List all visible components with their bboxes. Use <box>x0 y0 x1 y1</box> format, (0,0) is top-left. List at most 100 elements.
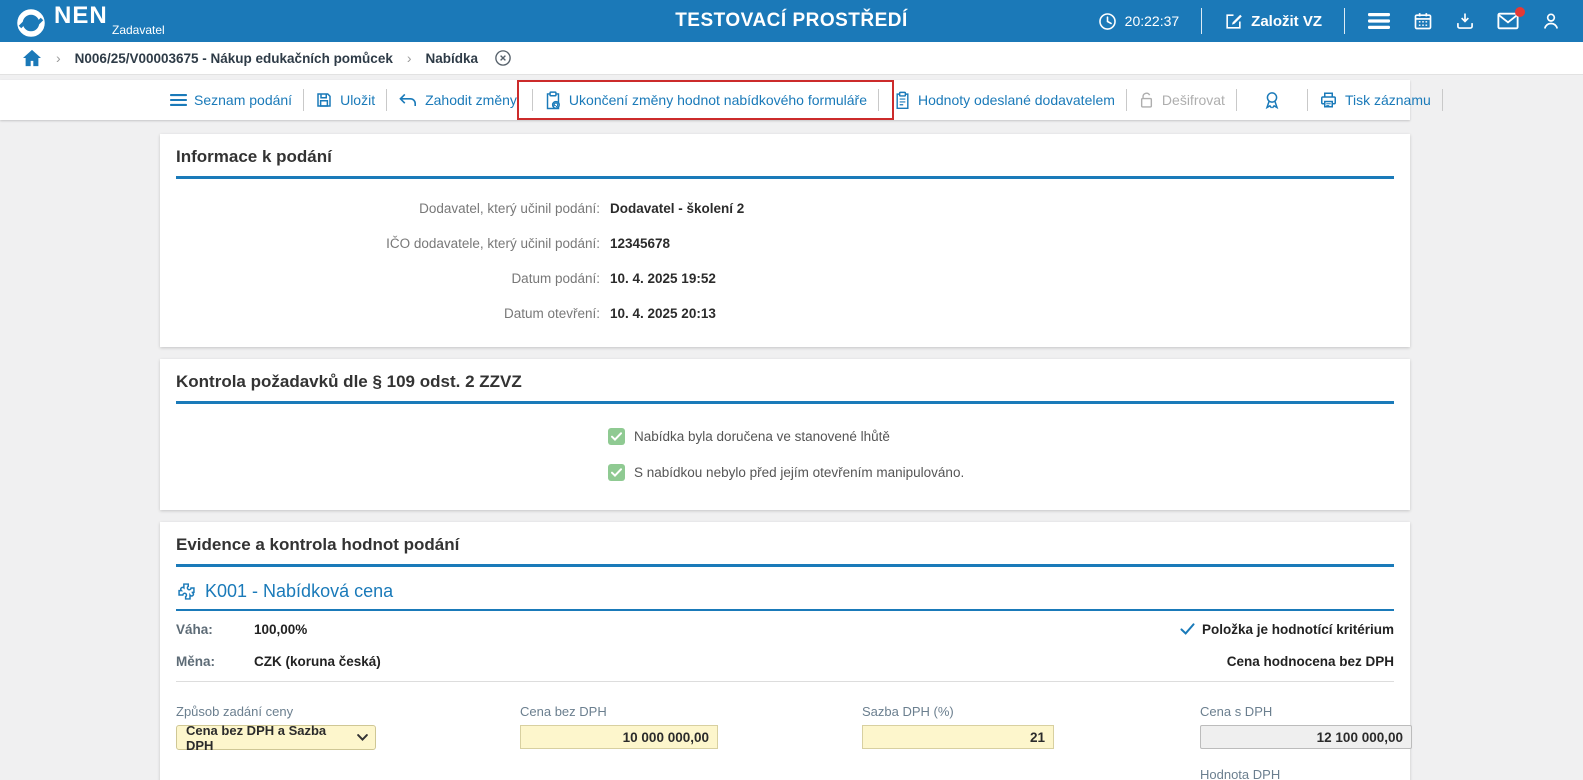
breadcrumb-separator: › <box>407 50 412 66</box>
close-tab-icon[interactable] <box>494 49 512 67</box>
calendar-button[interactable] <box>1413 11 1433 31</box>
field-label: Datum podání: <box>176 271 600 286</box>
toolbar-divider <box>1236 89 1237 111</box>
weight-label: Váha: <box>176 622 254 637</box>
toolbar-divider <box>878 89 879 111</box>
toolbar-label: Seznam podání <box>194 92 292 108</box>
section-title: Informace k podání <box>176 147 1394 179</box>
toolbar-zahodit-zmeny-button[interactable]: Zahodit změny <box>398 92 517 108</box>
check-label: S nabídkou nebylo před jejím otevřením m… <box>634 465 964 480</box>
field-vat-amount: Hodnota DPH 2 100 000,00 <box>1200 767 1412 780</box>
download-icon <box>1455 11 1475 31</box>
field-value: 12345678 <box>610 236 670 251</box>
breadcrumb-item-nabidka[interactable]: Nabídka <box>426 51 479 66</box>
flag-criterion: Položka je hodnotící kritérium <box>1180 622 1394 637</box>
criterion-meta: Váha: 100,00% Položka je hodnotící krité… <box>176 615 1394 682</box>
toolbar-label: Tisk záznamu <box>1345 92 1431 108</box>
toolbar-ulozit-button[interactable]: Uložit <box>315 91 375 109</box>
nen-logo[interactable]: NEN Zadavatel <box>0 4 165 38</box>
toolbar-tisk-zaznamu-button[interactable]: Tisk záznamu <box>1319 91 1431 109</box>
toolbar-label: Uložit <box>340 92 375 108</box>
criterion-heading: K001 - Nabídková cena <box>176 581 1394 611</box>
price-mode-select[interactable]: Cena bez DPH a Sazba DPH <box>176 725 376 750</box>
header-divider <box>1201 8 1202 34</box>
currency-value: CZK (koruna česká) <box>254 654 381 669</box>
check-row-lhuta: Nabídka byla doručena ve stanovené lhůtě <box>608 418 1394 454</box>
downloads-button[interactable] <box>1455 11 1475 31</box>
toolbar-hodnoty-odeslane-button[interactable]: Hodnoty odeslané dodavatelem <box>894 91 1115 110</box>
create-vz-label: Založit VZ <box>1251 13 1322 30</box>
clock-display: 20:22:37 <box>1098 12 1180 31</box>
nen-swirl-icon <box>16 8 46 38</box>
meta-row-mena: Měna: CZK (koruna česká) Cena hodnocena … <box>176 647 1394 675</box>
record-toolbar: Seznam podání Uložit Zahodit změny Ukonč… <box>0 80 1410 120</box>
user-icon <box>1541 11 1561 31</box>
info-row-datum-podani: Datum podání: 10. 4. 2025 19:52 <box>176 261 1394 296</box>
divider <box>176 681 1394 682</box>
compose-icon <box>1224 12 1243 31</box>
puzzle-icon <box>176 581 197 602</box>
chevron-down-icon <box>357 734 368 741</box>
price-form: Způsob zadání ceny Cena bez DPH a Sazba … <box>176 704 1394 780</box>
red-highlight-annotation: Ukončení změny hodnot nabídkového formul… <box>517 80 894 120</box>
criterion-title: K001 - Nabídková cena <box>205 581 393 602</box>
section-title: Kontrola požadavků dle § 109 odst. 2 ZZV… <box>176 372 1394 404</box>
breadcrumb-item-procurement[interactable]: N006/25/V00003675 - Nákup edukačních pom… <box>75 51 393 66</box>
section-title: Evidence a kontrola hodnot podání <box>176 535 1394 567</box>
vat-amount-label: Hodnota DPH <box>1200 767 1412 780</box>
header-divider <box>1344 8 1345 34</box>
field-value: Dodavatel - školení 2 <box>610 201 744 216</box>
field-label: IČO dodavatele, který učinil podání: <box>176 236 600 251</box>
home-icon[interactable] <box>22 49 42 67</box>
toolbar-divider <box>1307 89 1308 111</box>
weight-value: 100,00% <box>254 622 307 637</box>
card-kontrola-pozadavku: Kontrola požadavků dle § 109 odst. 2 ZZV… <box>160 359 1410 510</box>
info-row-datum-otevreni: Datum otevření: 10. 4. 2025 20:13 <box>176 296 1394 331</box>
toolbar-divider <box>386 89 387 111</box>
net-price-label: Cena bez DPH <box>520 704 862 719</box>
check-row-manipulace: S nabídkou nebylo před jejím otevřením m… <box>608 454 1394 490</box>
field-net-price: Cena bez DPH <box>520 704 862 780</box>
messages-button[interactable] <box>1497 12 1519 30</box>
flag-criterion-label: Položka je hodnotící kritérium <box>1202 622 1394 637</box>
clock-icon <box>1098 12 1117 31</box>
currency-label: Měna: <box>176 654 254 669</box>
clipboard-refresh-icon <box>544 91 562 110</box>
flag-vat: Cena hodnocena bez DPH <box>1227 654 1394 669</box>
check-icon <box>1180 623 1195 635</box>
menu-icon <box>170 93 187 107</box>
gross-price-label: Cena s DPH <box>1200 704 1412 719</box>
field-label: Dodavatel, který učinil podání: <box>176 201 600 216</box>
create-vz-button[interactable]: Založit VZ <box>1224 12 1322 31</box>
user-profile-button[interactable] <box>1541 11 1561 31</box>
toolbar-ukonceni-zmeny-button[interactable]: Ukončení změny hodnot nabídkového formul… <box>544 91 867 110</box>
price-mode-label: Způsob zadání ceny <box>176 704 520 719</box>
app-header: NEN Zadavatel TESTOVACÍ PROSTŘEDÍ 20:22:… <box>0 0 1583 42</box>
card-evidence-hodnot: Evidence a kontrola hodnot podání K001 -… <box>160 522 1410 780</box>
card-informace-k-podani: Informace k podání Dodavatel, který učin… <box>160 134 1410 347</box>
seal-icon <box>1262 90 1282 110</box>
toolbar-seznam-podani-button[interactable]: Seznam podání <box>170 92 292 108</box>
toolbar-seal-button[interactable] <box>1262 90 1282 110</box>
info-row-dodavatel: Dodavatel, který učinil podání: Dodavate… <box>176 191 1394 226</box>
undo-icon <box>398 92 418 108</box>
field-value: 10. 4. 2025 19:52 <box>610 271 716 286</box>
toolbar-label: Dešifrovat <box>1162 92 1225 108</box>
info-row-ico: IČO dodavatele, který učinil podání: 123… <box>176 226 1394 261</box>
toolbar-desifrovat-button[interactable]: Dešifrovat <box>1138 91 1225 109</box>
main-menu-button[interactable] <box>1367 11 1391 31</box>
printer-icon <box>1319 91 1338 109</box>
clock-time: 20:22:37 <box>1125 13 1180 29</box>
net-price-input[interactable] <box>520 725 718 749</box>
vat-rate-input[interactable] <box>862 725 1054 749</box>
checkbox-checked-icon <box>608 464 625 481</box>
unlock-icon <box>1138 91 1155 109</box>
field-vat-rate: Sazba DPH (%) <box>862 704 1200 780</box>
brand-subtitle: Zadavatel <box>112 24 165 36</box>
vat-rate-label: Sazba DPH (%) <box>862 704 1200 719</box>
field-gross-price: Cena s DPH Hodnota DPH 2 100 000,00 <box>1200 704 1412 780</box>
notification-dot <box>1515 7 1525 17</box>
toolbar-divider <box>303 89 304 111</box>
gross-price-input <box>1200 725 1412 749</box>
price-mode-selected-value: Cena bez DPH a Sazba DPH <box>186 723 357 753</box>
